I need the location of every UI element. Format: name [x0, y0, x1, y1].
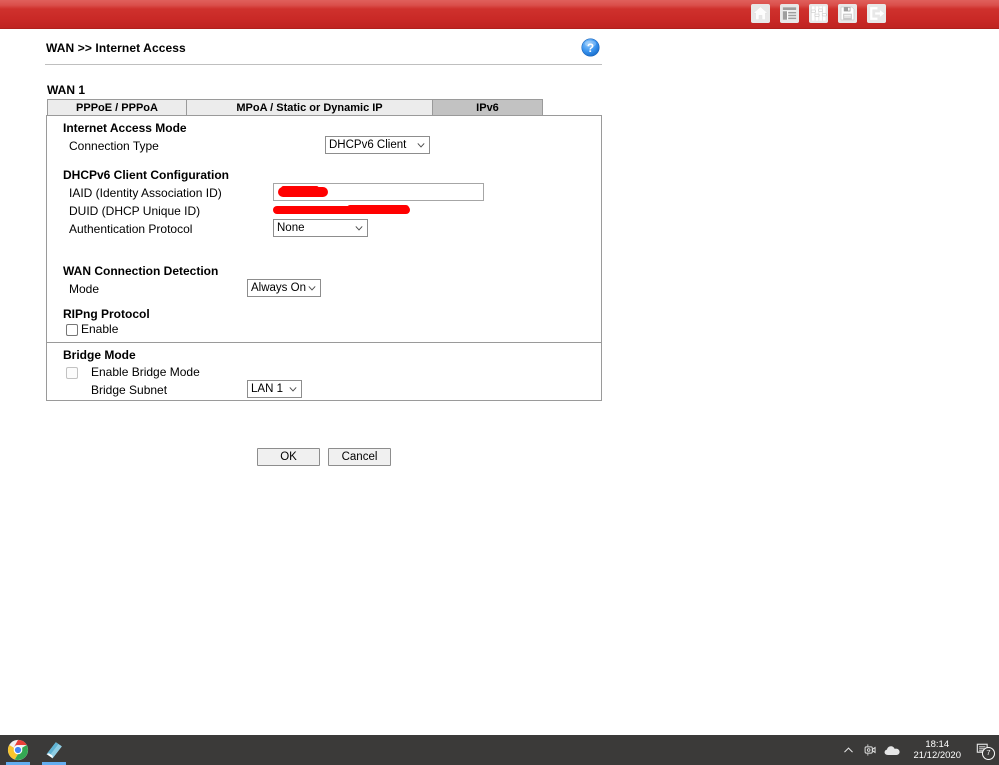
- cloud-onedrive-icon[interactable]: [881, 735, 903, 765]
- clock-time: 18:14: [925, 739, 949, 750]
- bridge-subnet-select[interactable]: LAN 1: [247, 380, 302, 398]
- label-authentication-protocol: Authentication Protocol: [69, 222, 192, 236]
- connection-type-select-wrap: DHCPv6 Client: [325, 136, 430, 154]
- bridge-mode-panel: Bridge Mode Enable Bridge Mode Bridge Su…: [46, 342, 602, 401]
- ipv6-settings-panel: Internet Access Mode Connection Type DHC…: [46, 115, 602, 343]
- settings-sliders-icon[interactable]: [807, 2, 829, 24]
- breadcrumb: WAN >> Internet Access: [46, 41, 186, 55]
- section-heading-bridge-mode: Bridge Mode: [63, 348, 136, 362]
- cancel-button[interactable]: Cancel: [328, 448, 391, 466]
- connection-type-select[interactable]: DHCPv6 Client: [325, 136, 430, 154]
- tab-pppoe-pppoa[interactable]: PPPoE / PPPoA: [47, 99, 187, 116]
- header-divider: [45, 64, 602, 65]
- sidebar-menu-icon[interactable]: [778, 2, 800, 24]
- label-mode: Mode: [69, 282, 99, 296]
- duid-redaction-mark: [273, 206, 410, 214]
- taskbar-clock[interactable]: 18:14 21/12/2020: [903, 735, 969, 765]
- label-ripng-enable: Enable: [81, 322, 118, 336]
- duid-redaction-mark-2: [277, 208, 405, 214]
- duid-redaction-mark-3: [347, 205, 409, 211]
- camera-tray-icon[interactable]: [859, 735, 881, 765]
- page-title: WAN 1: [47, 83, 85, 97]
- notification-count-badge: 7: [982, 747, 995, 760]
- windows-taskbar: 18:14 21/12/2020 7: [0, 735, 999, 765]
- label-connection-type: Connection Type: [69, 139, 159, 153]
- tab-ipv6[interactable]: IPv6: [432, 99, 543, 116]
- authentication-protocol-select[interactable]: None: [273, 219, 368, 237]
- ok-button[interactable]: OK: [257, 448, 320, 466]
- home-icon[interactable]: [749, 2, 771, 24]
- wan-detection-mode-select-wrap: Always On: [247, 279, 321, 297]
- label-iaid: IAID (Identity Association ID): [69, 186, 222, 200]
- section-heading-ripng-protocol: RIPng Protocol: [63, 307, 150, 321]
- app-taskbar-icon[interactable]: [36, 735, 72, 765]
- save-floppy-icon[interactable]: [836, 2, 858, 24]
- label-duid: DUID (DHCP Unique ID): [69, 204, 200, 218]
- iaid-input[interactable]: [273, 183, 484, 201]
- label-enable-bridge-mode: Enable Bridge Mode: [91, 365, 200, 379]
- show-hidden-icons-chevron-icon[interactable]: [837, 735, 859, 765]
- notification-center-icon[interactable]: 7: [969, 735, 999, 765]
- router-header-bar: [0, 0, 999, 29]
- label-bridge-subnet: Bridge Subnet: [91, 383, 167, 397]
- svg-text:?: ?: [587, 41, 594, 55]
- header-icon-group: [749, 2, 887, 24]
- chrome-taskbar-icon[interactable]: [0, 735, 36, 765]
- tab-mpoa-static-dynamic-ip[interactable]: MPoA / Static or Dynamic IP: [186, 99, 433, 116]
- logout-icon[interactable]: [865, 2, 887, 24]
- system-tray: 18:14 21/12/2020 7: [837, 735, 999, 765]
- wan-mode-tabs: PPPoE / PPPoA MPoA / Static or Dynamic I…: [47, 99, 542, 116]
- bridge-subnet-select-wrap: LAN 1: [247, 380, 302, 398]
- help-question-icon[interactable]: ?: [581, 38, 600, 57]
- taskbar-app-group: [0, 735, 72, 765]
- section-heading-wan-connection-detection: WAN Connection Detection: [63, 264, 218, 278]
- wan-detection-mode-select[interactable]: Always On: [247, 279, 321, 297]
- enable-bridge-mode-checkbox[interactable]: [66, 367, 78, 379]
- section-heading-internet-access-mode: Internet Access Mode: [63, 121, 187, 135]
- clock-date: 21/12/2020: [913, 750, 961, 761]
- section-heading-dhcpv6-client-configuration: DHCPv6 Client Configuration: [63, 168, 229, 182]
- authentication-protocol-select-wrap: None: [273, 219, 368, 237]
- ripng-enable-checkbox[interactable]: [66, 324, 78, 336]
- router-config-page: WAN >> Internet Access ? WAN 1 PPPoE / P…: [0, 29, 999, 735]
